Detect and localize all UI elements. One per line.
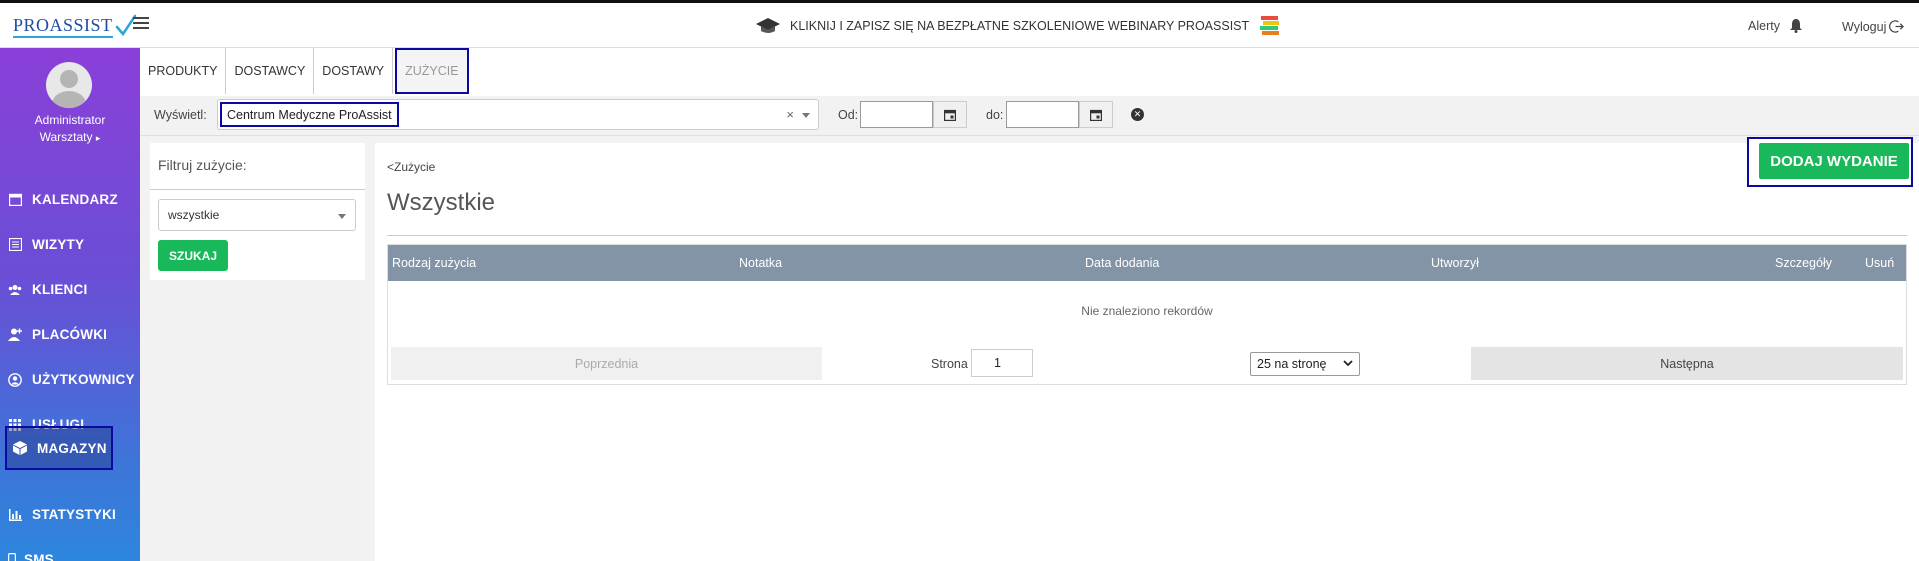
dropdown-arrow-icon — [338, 214, 346, 219]
empty-message: Nie znaleziono rekordów — [1081, 304, 1213, 318]
column-header[interactable]: Data dodania — [1085, 256, 1159, 270]
webinar-text: KLIKNIJ I ZAPISZ SIĘ NA BEZPŁATNE SZKOLE… — [790, 19, 1250, 33]
to-label: do: — [986, 108, 1004, 122]
bell-icon — [1789, 19, 1802, 33]
logout-label: Wyloguj — [1842, 19, 1887, 34]
clear-dates-icon[interactable]: ✕ — [1131, 108, 1144, 121]
divider — [387, 235, 1907, 236]
users-icon — [8, 283, 22, 297]
date-from-input[interactable] — [860, 101, 933, 128]
column-header[interactable]: Rodzaj zużycia — [392, 256, 476, 270]
sidebar-item-wizyty[interactable]: WIZYTY — [0, 222, 140, 267]
add-issue-button[interactable]: DODAJ WYDANIE — [1759, 143, 1909, 179]
next-page-button[interactable]: Następna — [1471, 347, 1903, 380]
divider — [150, 189, 365, 190]
clear-icon[interactable]: × — [786, 107, 794, 122]
tab-bar: PRODUKTY DOSTAWCY DOSTAWY ZUŻYCIE — [140, 48, 1919, 96]
location-select[interactable]: Centrum Medyczne ProAssist × — [217, 99, 819, 130]
top-bar: PROASSIST KLIKNIJ I ZAPISZ SIĘ NA BEZPŁA… — [0, 3, 1919, 48]
page-size-select[interactable]: 25 na stronę — [1250, 352, 1360, 376]
alerts-button[interactable]: Alerty — [1748, 19, 1802, 33]
page-title: Wszystkie — [387, 189, 495, 216]
sidebar-item-label: KALENDARZ — [32, 192, 118, 207]
pagination: Poprzednia Strona 1 25 na stronę Następn… — [388, 345, 1906, 383]
sidebar-item-label: UŻYTKOWNICY — [32, 372, 135, 387]
list-icon — [8, 238, 22, 252]
sidebar-item-label: MAGAZYN — [37, 440, 107, 456]
user-name: Administrator — [34, 113, 106, 127]
logout-icon — [1889, 20, 1905, 33]
books-icon — [1260, 16, 1280, 35]
tab-produkty[interactable]: PRODUKTY — [140, 48, 227, 94]
user-role: Warsztaty — [39, 130, 93, 144]
column-header: Usuń — [1865, 256, 1895, 270]
logout-button[interactable]: Wyloguj — [1842, 19, 1905, 34]
logo[interactable]: PROASSIST — [13, 12, 137, 40]
caret-right-icon: ▸ — [95, 133, 101, 143]
add-button-highlight: DODAJ WYDANIE — [1747, 137, 1913, 187]
from-label: Od: — [838, 108, 859, 122]
chevron-down-icon — [1343, 360, 1353, 367]
show-label: Wyświetl: — [154, 108, 207, 122]
user-info[interactable]: Administrator Warsztaty ▸ — [0, 112, 140, 147]
usage-table: Rodzaj zużycia Notatka Data dodania Utwo… — [387, 244, 1907, 385]
search-button[interactable]: SZUKAJ — [158, 240, 228, 271]
usage-type-select[interactable]: wszystkie — [158, 199, 356, 231]
main-panel: <Zużycie Wszystkie DODAJ WYDANIE Rodzaj … — [375, 137, 1919, 561]
alerts-label: Alerty — [1748, 19, 1780, 33]
logo-text: PROASSIST — [13, 14, 113, 38]
page-label: Strona — [931, 357, 968, 371]
usage-type-value: wszystkie — [168, 208, 220, 222]
filter-title: Filtruj zużycie: — [158, 157, 247, 173]
sidebar-item-label: PLACÓWKI — [32, 327, 108, 342]
user-plus-icon — [8, 328, 22, 342]
sidebar-item-statystyki[interactable]: STATYSTYKI — [0, 492, 140, 537]
table-header: Rodzaj zużycia Notatka Data dodania Utwo… — [388, 245, 1906, 281]
tab-zuzycie[interactable]: ZUŻYCIE — [395, 48, 469, 94]
sidebar: Administrator Warsztaty ▸ KALENDARZ WIZY… — [0, 48, 140, 561]
page-number-input[interactable]: 1 — [971, 349, 1033, 377]
sidebar-item-kalendarz[interactable]: KALENDARZ — [0, 177, 140, 222]
user-avatar-icon — [52, 70, 86, 108]
graduation-cap-icon — [756, 18, 780, 33]
filter-bar: Wyświetl: Centrum Medyczne ProAssist × O… — [140, 96, 1919, 136]
date-to-calendar-button[interactable] — [1079, 101, 1113, 128]
filter-panel: Filtruj zużycie: wszystkie SZUKAJ — [150, 143, 365, 280]
date-to-input[interactable] — [1006, 101, 1079, 128]
page-size-value: 25 na stronę — [1257, 357, 1327, 371]
sidebar-item-label: WIZYTY — [32, 237, 85, 252]
menu-toggle-icon[interactable] — [133, 17, 149, 31]
column-header[interactable]: Notatka — [739, 256, 782, 270]
column-header: Szczegóły — [1775, 256, 1832, 270]
tab-dostawcy[interactable]: DOSTAWCY — [226, 48, 315, 94]
sidebar-item-label: KLIENCI — [32, 282, 88, 297]
user-circle-icon — [8, 372, 22, 387]
calendar-icon — [1090, 109, 1102, 121]
bar-chart-icon — [8, 508, 22, 522]
sidebar-item-label: STATYSTYKI — [32, 507, 117, 522]
sidebar-item-magazyn[interactable]: MAGAZYN — [5, 426, 113, 470]
date-from-calendar-button[interactable] — [933, 101, 967, 128]
sidebar-item-placowki[interactable]: PLACÓWKI — [0, 312, 140, 357]
calendar-icon — [944, 109, 956, 121]
calendar-icon — [8, 193, 22, 207]
column-header[interactable]: Utworzył — [1431, 256, 1479, 270]
sidebar-item-sms[interactable]: SMS — [0, 537, 140, 561]
phone-icon — [8, 553, 16, 561]
box-icon — [13, 441, 27, 455]
avatar — [46, 62, 92, 108]
webinar-banner[interactable]: KLIKNIJ I ZAPISZ SIĘ NA BEZPŁATNE SZKOLE… — [756, 13, 1281, 39]
sidebar-item-klienci[interactable]: KLIENCI — [0, 267, 140, 312]
dropdown-arrow-icon — [802, 113, 810, 118]
tab-dostawy[interactable]: DOSTAWY — [314, 48, 394, 94]
sidebar-item-label: SMS — [24, 552, 54, 561]
prev-page-button[interactable]: Poprzednia — [391, 347, 822, 380]
sidebar-item-uzytkownicy[interactable]: UŻYTKOWNICY — [0, 357, 140, 402]
location-value: Centrum Medyczne ProAssist — [220, 102, 399, 127]
back-link[interactable]: <Zużycie — [387, 160, 435, 174]
